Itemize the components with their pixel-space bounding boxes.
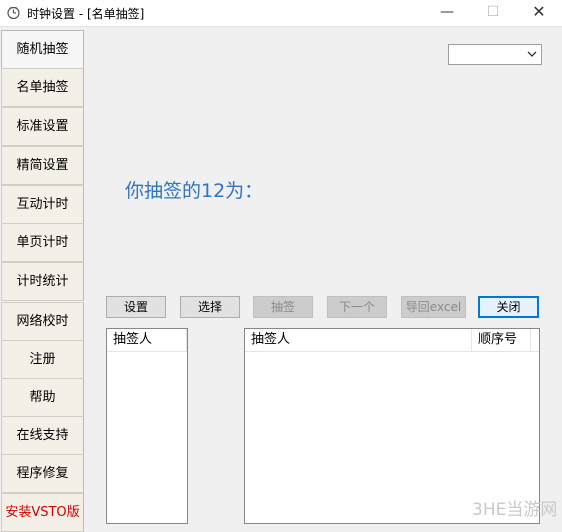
left-name-list[interactable]: 抽签人 [106,328,188,524]
sidebar: 随机抽签 名单抽签 标准设置 精简设置 互动计时 单页计时 计时统计 网络校时 … [0,27,85,532]
select-button[interactable]: 选择 [180,296,240,318]
column-header-drawer[interactable]: 抽签人 [245,329,472,351]
maximize-button[interactable]: ☐ [470,0,516,26]
sidebar-item-simple-settings[interactable]: 精简设置 [1,146,84,185]
window-title: 时钟设置 - [名单抽签] [27,7,145,21]
column-header-order[interactable]: 顺序号 [472,329,531,351]
sidebar-item-install-vsto[interactable]: 安装VSTO版 [1,493,84,532]
chevron-down-icon [527,51,537,57]
next-button[interactable]: 下一个 [327,296,387,318]
sidebar-item-program-repair[interactable]: 程序修复 [1,454,84,493]
sidebar-item-list-draw[interactable]: 名单抽签 [1,68,84,107]
sidebar-item-interactive-timer[interactable]: 互动计时 [1,185,84,224]
sidebar-item-help[interactable]: 帮助 [1,378,84,417]
minimize-button[interactable]: — [424,0,470,26]
close-button[interactable]: 关闭 [478,296,539,318]
column-header-drawer[interactable]: 抽签人 [107,329,187,351]
title-bar: 时钟设置 - [名单抽签] — ☐ ✕ [0,0,562,27]
sidebar-item-random-draw[interactable]: 随机抽签 [1,30,84,69]
sidebar-item-network-time[interactable]: 网络校时 [1,302,84,341]
list-header: 抽签人 [107,329,187,352]
clock-icon [7,6,20,20]
sidebar-item-register[interactable]: 注册 [1,340,84,379]
sidebar-item-page-timer[interactable]: 单页计时 [1,223,84,262]
draw-result-text: 你抽签的12为： [125,180,264,202]
sidebar-item-online-support[interactable]: 在线支持 [1,416,84,455]
sidebar-item-timer-stats[interactable]: 计时统计 [1,262,84,301]
export-excel-button[interactable]: 导回excel [401,296,466,318]
watermark: 3HE当游网 [472,500,558,520]
list-header: 抽签人 顺序号 [245,329,539,352]
settings-button[interactable]: 设置 [106,296,166,318]
sidebar-item-standard-settings[interactable]: 标准设置 [1,107,84,146]
close-window-button[interactable]: ✕ [516,0,562,26]
list-select-dropdown[interactable] [448,44,542,65]
draw-button[interactable]: 抽签 [253,296,313,318]
